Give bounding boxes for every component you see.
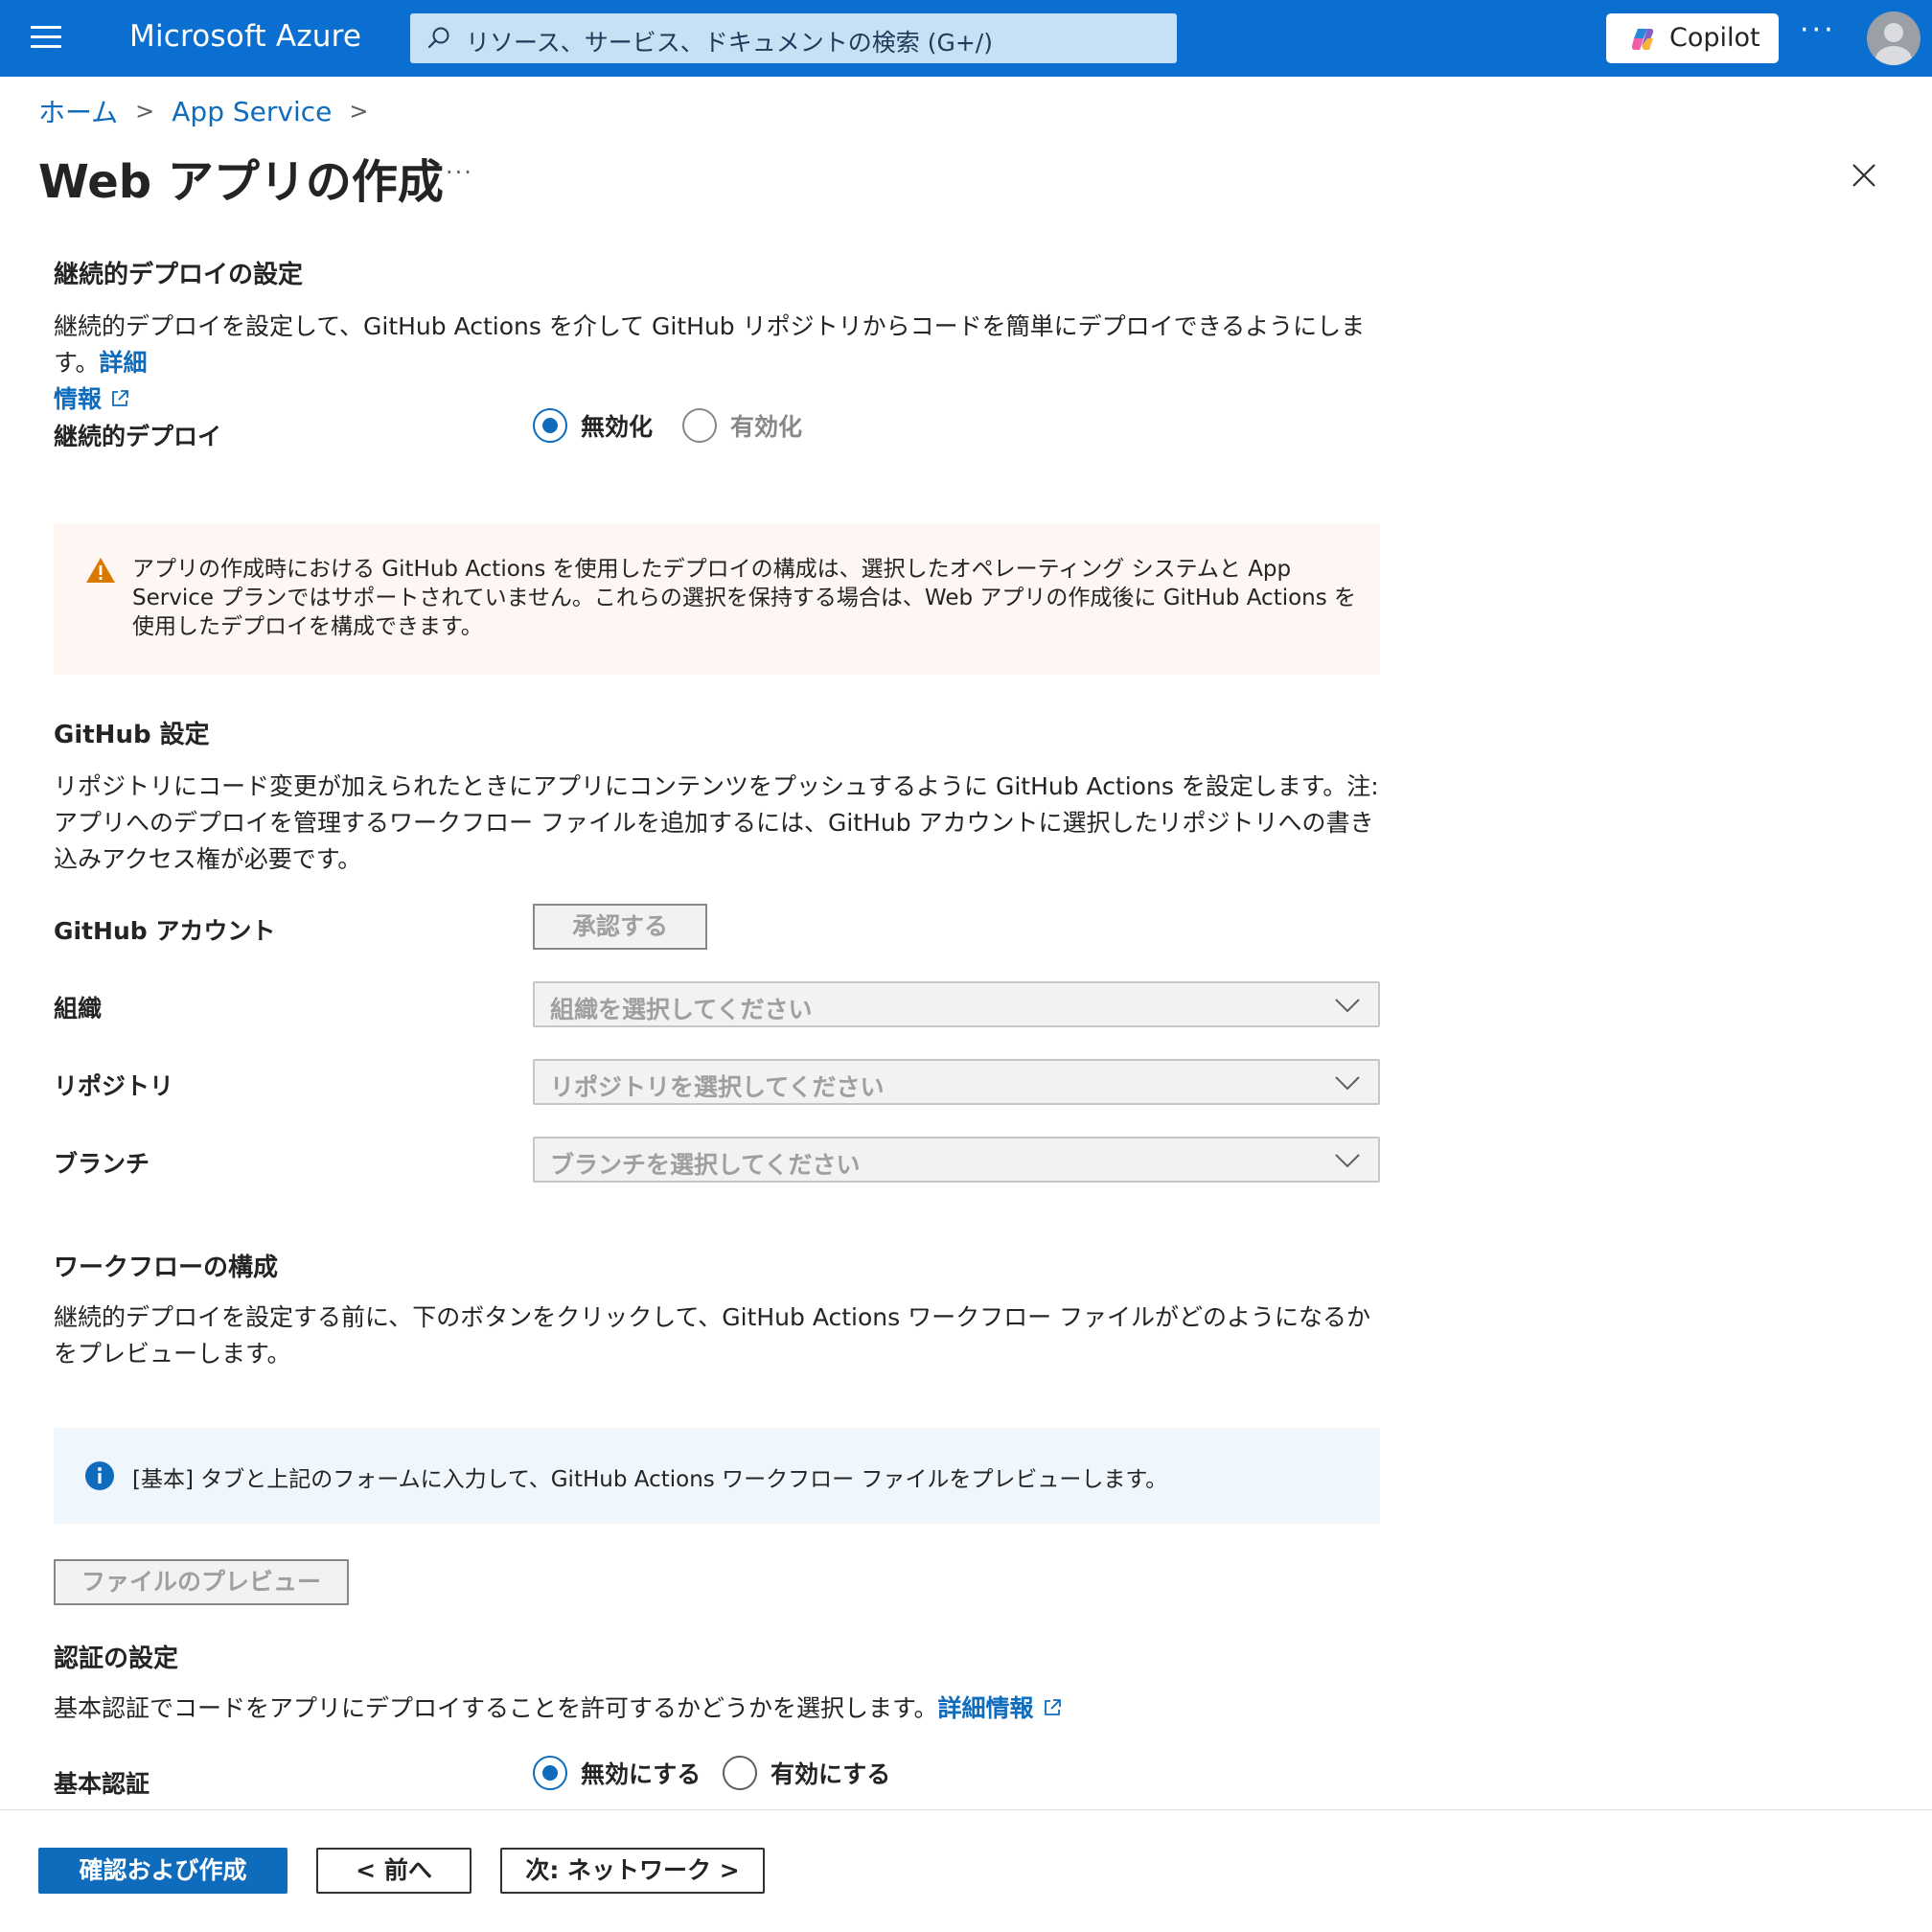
copilot-label: Copilot — [1669, 23, 1760, 53]
auth-description-text: 基本認証でコードをアプリにデプロイすることを許可するかどうかを選択します。 — [54, 1694, 938, 1722]
github-heading: GitHub 設定 — [54, 721, 210, 749]
info-icon — [85, 1461, 114, 1490]
cd-description: 継続的デプロイを設定して、GitHub Actions を介して GitHub … — [54, 309, 1386, 418]
warning-icon — [86, 558, 115, 583]
info-text: [基本] タブと上記のフォームに入力して、GitHub Actions ワークフ… — [132, 1467, 1168, 1492]
external-link-icon — [1044, 1699, 1061, 1715]
authorize-button[interactable]: 承認する — [533, 904, 707, 950]
preview-file-button[interactable]: ファイルのプレビュー — [54, 1559, 349, 1605]
brand-title[interactable]: Microsoft Azure — [129, 19, 361, 54]
workflow-description: 継続的デプロイを設定する前に、下のボタンをクリックして、GitHub Actio… — [54, 1303, 1371, 1368]
radio-label: 無効にする — [581, 1760, 702, 1788]
breadcrumb-home[interactable]: ホーム — [38, 92, 118, 130]
org-placeholder: 組織を選択してください — [550, 996, 813, 1024]
repo-label: リポジトリ — [54, 1072, 174, 1100]
cd-radio-enabled-option[interactable]: 有効化 — [682, 408, 802, 443]
auth-heading: 認証の設定 — [54, 1644, 179, 1673]
search-icon — [427, 27, 449, 49]
more-options-icon[interactable]: ··· — [446, 159, 473, 186]
breadcrumb: ホーム > App Service > — [38, 92, 385, 130]
auth-learn-more-link[interactable]: 詳細情報 — [938, 1694, 1063, 1722]
next-networking-button[interactable]: 次: ネットワーク > — [500, 1848, 765, 1894]
auth-radio-enable-option[interactable]: 有効にする — [723, 1756, 890, 1790]
branch-select[interactable]: ブランチを選択してください — [533, 1137, 1380, 1183]
search-placeholder: リソース、サービス、ドキュメントの検索 (G+/) — [466, 29, 993, 57]
chevron-down-icon — [1335, 1076, 1360, 1091]
avatar[interactable] — [1867, 12, 1920, 65]
cd-link-part1: 詳細 — [99, 349, 148, 377]
external-link-icon — [112, 390, 128, 406]
branch-placeholder: ブランチを選択してください — [550, 1151, 861, 1179]
repo-select[interactable]: リポジトリを選択してください — [533, 1059, 1380, 1105]
search-input[interactable]: リソース、サービス、ドキュメントの検索 (G+/) — [410, 13, 1177, 63]
previous-button[interactable]: < 前へ — [316, 1848, 472, 1894]
cd-link-part2: 情報 — [54, 385, 103, 413]
auth-label: 基本認証 — [54, 1770, 150, 1798]
warning-message: アプリの作成時における GitHub Actions を使用したデプロイの構成は… — [54, 523, 1380, 675]
more-icon[interactable]: ··· — [1800, 13, 1836, 47]
org-select[interactable]: 組織を選択してください — [533, 981, 1380, 1027]
auth-link-text: 詳細情報 — [937, 1694, 1034, 1722]
radio-unselected-icon — [682, 408, 717, 443]
radio-unselected-icon — [723, 1756, 757, 1790]
warning-text: アプリの作成時における GitHub Actions を使用したデプロイの構成は… — [132, 557, 1357, 639]
cd-label: 継続的デプロイ — [54, 423, 222, 450]
user-icon — [1875, 23, 1912, 65]
top-bar: Microsoft Azure リソース、サービス、ドキュメントの検索 (G+/… — [0, 0, 1932, 77]
github-description: リポジトリにコード変更が加えられたときにアプリにコンテンツをプッシュするように … — [54, 772, 1379, 873]
radio-label: 無効化 — [581, 413, 654, 441]
copilot-icon — [1631, 29, 1654, 50]
repo-placeholder: リポジトリを選択してください — [550, 1073, 885, 1101]
chevron-right-icon: > — [349, 98, 369, 125]
radio-selected-icon — [533, 408, 567, 443]
footer-divider — [0, 1809, 1932, 1810]
branch-label: ブランチ — [54, 1150, 150, 1178]
close-icon[interactable] — [1850, 161, 1878, 190]
cd-radio-disabled-option[interactable]: 無効化 — [533, 408, 653, 443]
copilot-button[interactable]: Copilot — [1606, 13, 1779, 63]
review-create-button[interactable]: 確認および作成 — [38, 1848, 288, 1894]
breadcrumb-app-service[interactable]: App Service — [172, 96, 332, 127]
radio-selected-icon — [533, 1756, 567, 1790]
auth-description: 基本認証でコードをアプリにデプロイすることを許可するかどうかを選択します。詳細情… — [54, 1690, 1386, 1727]
cd-description-text: 継続的デプロイを設定して、GitHub Actions を介して GitHub … — [54, 312, 1366, 377]
workflow-heading: ワークフローの構成 — [54, 1254, 279, 1282]
radio-label: 有効にする — [770, 1760, 891, 1788]
info-message: [基本] タブと上記のフォームに入力して、GitHub Actions ワークフ… — [54, 1428, 1380, 1524]
radio-label: 有効化 — [730, 413, 803, 441]
chevron-right-icon: > — [135, 98, 155, 125]
chevron-down-icon — [1335, 999, 1360, 1013]
page-title: Web アプリの作成 — [38, 155, 444, 209]
menu-icon[interactable] — [31, 26, 61, 51]
org-label: 組織 — [54, 995, 103, 1023]
cd-heading: 継続的デプロイの設定 — [54, 261, 304, 289]
github-account-label: GitHub アカウント — [54, 917, 276, 945]
chevron-down-icon — [1335, 1154, 1360, 1168]
auth-radio-disable-option[interactable]: 無効にする — [533, 1756, 701, 1790]
